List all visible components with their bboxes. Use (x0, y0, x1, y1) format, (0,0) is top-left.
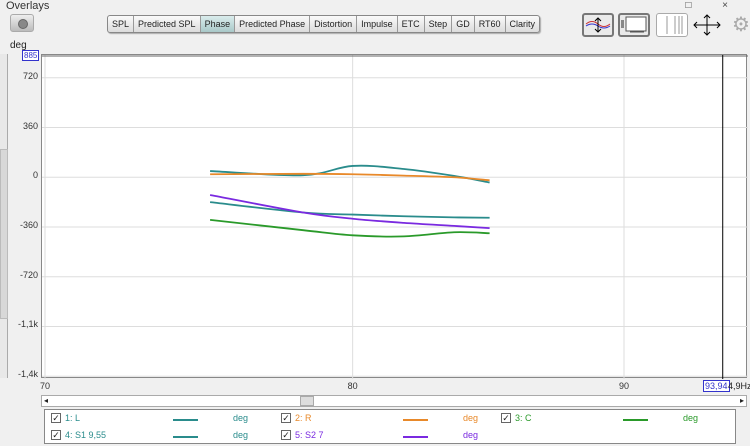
legend-swatch (403, 436, 428, 438)
legend-swatch (403, 419, 428, 421)
y-max-box[interactable]: 885 (22, 50, 40, 61)
controls-layout-icon[interactable] (618, 13, 650, 37)
legend-label: 3: C (515, 413, 532, 423)
tab-predicted-phase[interactable]: Predicted Phase (235, 16, 311, 32)
camera-icon[interactable] (10, 14, 34, 32)
tab-clarity[interactable]: Clarity (506, 16, 540, 32)
legend-unit: deg (233, 430, 249, 440)
scroll-left-icon[interactable]: ◂ (44, 396, 48, 405)
x-tick-label: 70 (40, 381, 51, 391)
y-tick-label: 720 (22, 70, 38, 81)
pan-arrows-icon[interactable] (692, 13, 724, 37)
y-tick-label: -1,1k (17, 319, 38, 330)
tab-distortion[interactable]: Distortion (310, 16, 358, 32)
x-tick-label: 90 (619, 381, 630, 391)
scroll-right-icon[interactable]: ▸ (740, 396, 744, 405)
legend-item: ✓ 2: R (281, 413, 312, 423)
tab-predicted-spl[interactable]: Predicted SPL (134, 16, 201, 32)
legend-unit: deg (233, 413, 249, 423)
window-controls[interactable]: □ × (685, 0, 742, 11)
tab-etc[interactable]: ETC (398, 16, 425, 32)
tab-spl[interactable]: SPL (108, 16, 135, 32)
series-line-5-s2-7 (209, 194, 490, 230)
legend-item: ✓ 1: L (51, 413, 80, 423)
gear-icon[interactable]: ⚙ (732, 15, 750, 35)
series-line-3-c (209, 218, 490, 238)
legend-checkbox[interactable]: ✓ (501, 413, 511, 423)
tab-step[interactable]: Step (425, 16, 453, 32)
legend-label: 4: S1 9,55 (65, 430, 107, 440)
x-axis-end-label: 4,9Hz (728, 381, 750, 391)
horizontal-scrollbar[interactable]: ◂ ▸ (41, 395, 747, 407)
trace-arrange-icon[interactable] (582, 13, 614, 37)
tab-gd[interactable]: GD (452, 16, 475, 32)
legend-unit: deg (683, 413, 699, 423)
graph-tabs: SPL Predicted SPL Phase Predicted Phase … (107, 15, 541, 33)
legend-label: 5: S2 7 (295, 430, 324, 440)
tab-impulse[interactable]: Impulse (357, 16, 398, 32)
cursor-frequency-box: 93,94 (703, 380, 730, 392)
vertical-scrollbar[interactable] (0, 54, 8, 378)
legend-item: ✓ 3: C (501, 413, 532, 423)
legend-checkbox[interactable]: ✓ (281, 413, 291, 423)
tab-rt60[interactable]: RT60 (475, 16, 506, 32)
legend-unit: deg (463, 413, 479, 423)
legend-swatch (623, 419, 648, 421)
legend-panel: ✓ 1: L deg ✓ 2: R deg ✓ 3: C deg ✓ 4: S1… (44, 409, 736, 444)
phase-chart (42, 55, 748, 379)
scroll-thumb[interactable] (300, 396, 314, 406)
window-title: Overlays (6, 0, 50, 12)
legend-item: ✓ 5: S2 7 (281, 430, 324, 440)
legend-label: 2: R (295, 413, 312, 423)
grid-lines-icon[interactable] (656, 13, 688, 37)
y-tick-label: -720 (19, 269, 38, 280)
legend-unit: deg (463, 430, 479, 440)
x-tick-label: 80 (347, 381, 358, 391)
legend-checkbox[interactable]: ✓ (281, 430, 291, 440)
y-tick-label: 360 (22, 120, 38, 131)
legend-item: ✓ 4: S1 9,55 (51, 430, 106, 440)
legend-swatch (173, 436, 198, 438)
y-tick-label: -360 (19, 220, 38, 231)
legend-checkbox[interactable]: ✓ (51, 413, 61, 423)
y-tick-label: 0 (32, 170, 38, 181)
legend-checkbox[interactable]: ✓ (51, 430, 61, 440)
tab-phase[interactable]: Phase (200, 16, 236, 32)
series-line-4-s1-9-55 (209, 201, 490, 219)
plot-area[interactable] (41, 54, 748, 379)
y-tick-label: -1,4k (17, 369, 38, 380)
legend-swatch (173, 419, 198, 421)
legend-label: 1: L (65, 413, 81, 423)
